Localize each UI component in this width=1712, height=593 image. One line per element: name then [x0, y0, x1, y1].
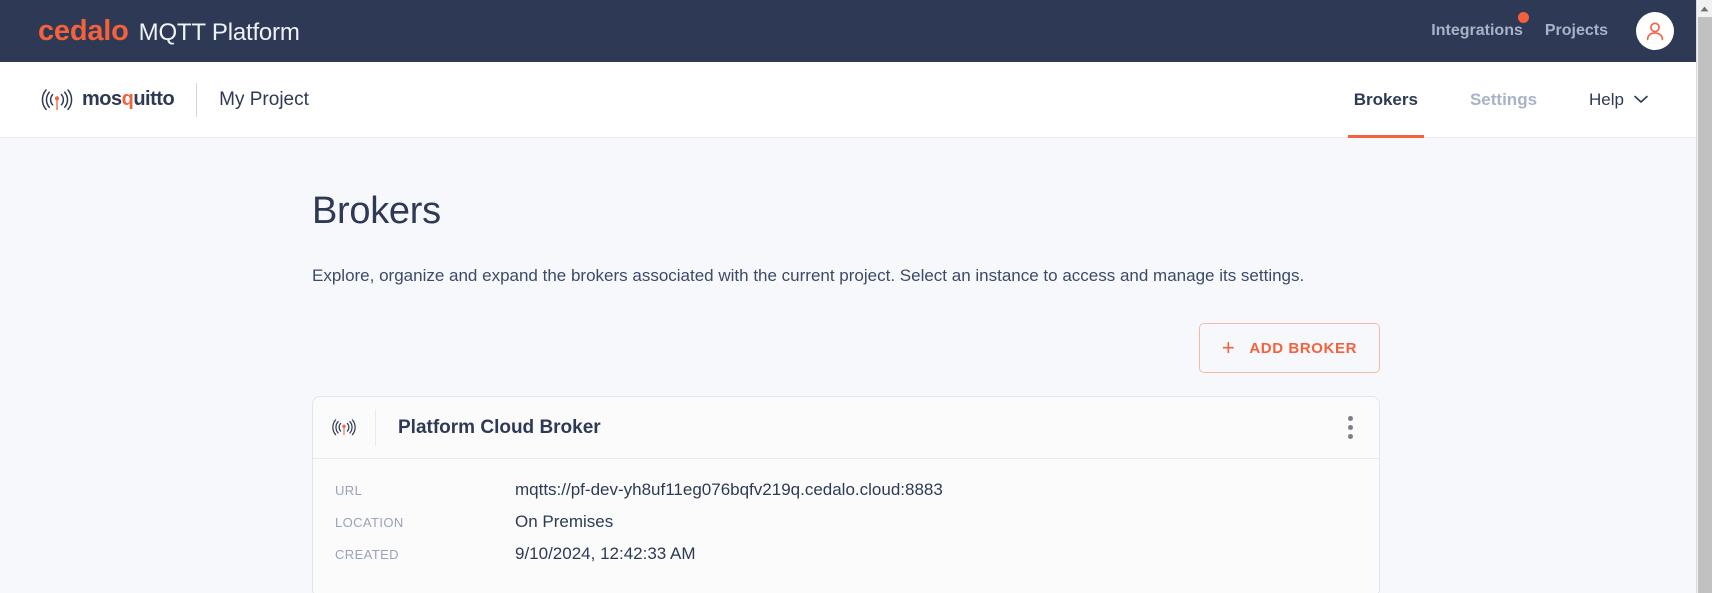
- add-broker-button[interactable]: + ADD BROKER: [1198, 323, 1380, 373]
- header-link-projects-label: Projects: [1544, 22, 1608, 39]
- detail-label-location: LOCATION: [335, 515, 404, 530]
- browser-viewport: cedalo MQTT Platform Integrations Projec…: [0, 0, 1712, 593]
- tab-help-label: Help: [1589, 89, 1624, 109]
- subnav-divider: [196, 82, 198, 117]
- mosquitto-antenna-icon: [41, 88, 73, 110]
- broker-card[interactable]: Platform Cloud Broker URL mqtts://pf-dev…: [312, 396, 1380, 593]
- detail-row-url: URL mqtts://pf-dev-yh8uf11eg076bqfv219q.…: [313, 480, 1379, 512]
- header-nav: Integrations Projects: [1431, 12, 1674, 50]
- detail-label-created: CREATED: [335, 547, 399, 562]
- mosquitto-antenna-icon: [332, 419, 356, 436]
- brand-name-secondary: MQTT Platform: [138, 18, 300, 46]
- page-title: Brokers: [312, 190, 441, 232]
- header-link-integrations[interactable]: Integrations: [1431, 12, 1529, 40]
- broker-card-header: Platform Cloud Broker: [313, 397, 1379, 459]
- subnav-tabs: Brokers Settings Help: [1328, 62, 1674, 138]
- scrollbar-thumb[interactable]: [1698, 17, 1712, 593]
- project-name[interactable]: My Project: [219, 89, 309, 111]
- header-link-integrations-label: Integrations: [1431, 22, 1523, 39]
- kebab-menu-icon[interactable]: [1340, 408, 1361, 447]
- page-root: cedalo MQTT Platform Integrations Projec…: [0, 0, 1696, 593]
- kebab-dot: [1348, 434, 1353, 439]
- product-subnav: mosquitto My Project Brokers Settings He…: [0, 62, 1696, 138]
- detail-row-created: CREATED 9/10/2024, 12:42:33 AM: [313, 544, 1379, 576]
- broker-card-body: URL mqtts://pf-dev-yh8uf11eg076bqfv219q.…: [313, 459, 1379, 593]
- header-link-projects[interactable]: Projects: [1545, 22, 1608, 40]
- broker-icon-wrap: [313, 418, 375, 437]
- brand-name-primary: cedalo: [38, 14, 129, 47]
- scroll-up-arrow-icon[interactable]: [1697, 0, 1712, 17]
- main-content: Brokers Explore, organize and expand the…: [0, 138, 1696, 593]
- brand-logo[interactable]: cedalo MQTT Platform: [38, 15, 300, 48]
- tab-settings-label: Settings: [1469, 89, 1538, 109]
- detail-label-url: URL: [335, 483, 363, 498]
- content-container: Brokers Explore, organize and expand the…: [312, 190, 1380, 593]
- broker-card-title: Platform Cloud Broker: [398, 416, 601, 438]
- mosquitto-word-post: uitto: [133, 88, 175, 110]
- mosquitto-wordmark: mosquitto: [82, 88, 175, 111]
- mosquitto-word-pre: mos: [82, 88, 122, 110]
- page-description: Explore, organize and expand the brokers…: [312, 266, 1305, 285]
- tab-help[interactable]: Help: [1563, 62, 1674, 138]
- kebab-dot: [1348, 416, 1353, 421]
- mosquitto-logo[interactable]: mosquitto: [40, 88, 175, 112]
- tab-brokers-label: Brokers: [1353, 89, 1418, 109]
- kebab-dot: [1348, 425, 1353, 430]
- add-broker-button-label: ADD BROKER: [1249, 339, 1357, 357]
- plus-icon: +: [1221, 335, 1236, 360]
- avatar[interactable]: [1636, 12, 1674, 50]
- detail-row-location: LOCATION On Premises: [313, 512, 1379, 544]
- actions-row: + ADD BROKER: [312, 323, 1380, 373]
- detail-value-created: 9/10/2024, 12:42:33 AM: [515, 544, 696, 563]
- user-avatar-icon: [1646, 22, 1664, 41]
- tab-settings[interactable]: Settings: [1444, 62, 1563, 138]
- page-scrollbar[interactable]: [1696, 0, 1712, 593]
- tab-brokers[interactable]: Brokers: [1328, 62, 1444, 138]
- platform-header: cedalo MQTT Platform Integrations Projec…: [0, 0, 1696, 62]
- chevron-down-icon: [1634, 95, 1648, 103]
- detail-value-url: mqtts://pf-dev-yh8uf11eg076bqfv219q.ceda…: [515, 480, 943, 499]
- detail-value-location: On Premises: [515, 512, 614, 531]
- notification-dot-icon: [1517, 12, 1529, 23]
- mosquitto-word-q: q: [121, 88, 134, 110]
